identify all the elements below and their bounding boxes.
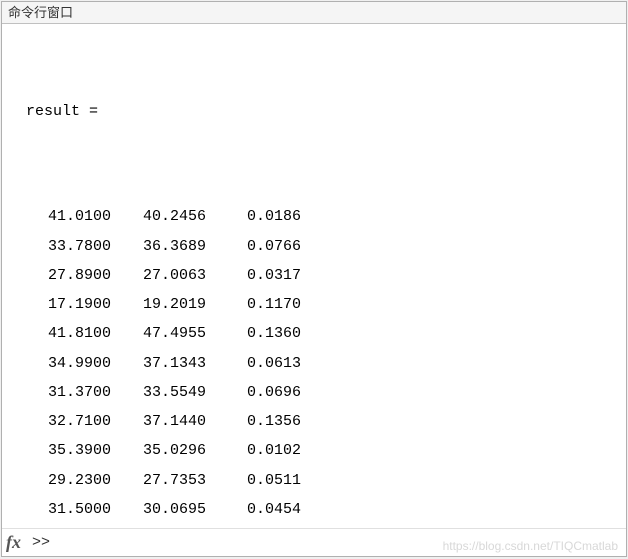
window-title: 命令行窗口 (2, 2, 626, 24)
matrix-row: 35.390035.02960.0102 (26, 436, 616, 465)
matrix-cell: 0.1170 (216, 290, 311, 319)
matrix-cell: 17.1900 (26, 290, 121, 319)
matrix-cell: 35.0296 (121, 436, 216, 465)
matrix-cell: 0.0186 (216, 202, 311, 231)
matrix-cell: 37.1343 (121, 349, 216, 378)
prompt-bar[interactable]: fx >> (2, 528, 626, 556)
matrix-row: 27.890027.00630.0317 (26, 261, 616, 290)
matrix-cell: 27.0063 (121, 261, 216, 290)
console-output[interactable]: result = 41.010040.24560.018633.780036.3… (2, 24, 626, 528)
prompt-symbol: >> (32, 534, 50, 551)
result-label: result = (26, 97, 616, 126)
matrix-row: 34.990037.13430.0613 (26, 349, 616, 378)
matrix-cell: 47.4955 (121, 319, 216, 348)
matrix-cell: 33.5549 (121, 378, 216, 407)
fx-icon[interactable]: fx (6, 532, 26, 553)
matrix-cell: 31.5000 (26, 495, 121, 524)
matrix-row: 33.780036.36890.0766 (26, 232, 616, 261)
matrix-cell: 41.0100 (26, 202, 121, 231)
matrix-cell: 41.8100 (26, 319, 121, 348)
matrix-row: 41.810047.49550.1360 (26, 319, 616, 348)
matrix-cell: 0.0696 (216, 378, 311, 407)
matrix-cell: 37.1440 (121, 407, 216, 436)
matrix-cell: 0.0766 (216, 232, 311, 261)
matrix-cell: 0.0454 (216, 495, 311, 524)
matrix-cell: 0.0511 (216, 466, 311, 495)
matrix-cell: 33.7800 (26, 232, 121, 261)
matrix-cell: 35.3900 (26, 436, 121, 465)
matrix-cell: 27.8900 (26, 261, 121, 290)
matrix-cell: 36.3689 (121, 232, 216, 261)
matrix-row: 17.190019.20190.1170 (26, 290, 616, 319)
command-window: 命令行窗口 result = 41.010040.24560.018633.78… (1, 1, 627, 557)
matrix-cell: 34.9900 (26, 349, 121, 378)
matrix-row: 31.500030.06950.0454 (26, 495, 616, 524)
matrix-cell: 29.2300 (26, 466, 121, 495)
matrix-cell: 0.0317 (216, 261, 311, 290)
matrix-cell: 0.1356 (216, 407, 311, 436)
matrix-cell: 19.2019 (121, 290, 216, 319)
matrix-cell: 31.3700 (26, 378, 121, 407)
matrix-cell: 40.2456 (121, 202, 216, 231)
matrix-row: 31.370033.55490.0696 (26, 378, 616, 407)
matrix-cell: 0.0102 (216, 436, 311, 465)
result-matrix: 41.010040.24560.018633.780036.36890.0766… (26, 202, 616, 528)
matrix-row: 41.010040.24560.0186 (26, 202, 616, 231)
matrix-row: 32.710037.14400.1356 (26, 407, 616, 436)
matrix-cell: 0.1360 (216, 319, 311, 348)
matrix-row: 29.230027.73530.0511 (26, 466, 616, 495)
matrix-cell: 0.0613 (216, 349, 311, 378)
matrix-cell: 30.0695 (121, 495, 216, 524)
matrix-cell: 32.7100 (26, 407, 121, 436)
matrix-cell: 27.7353 (121, 466, 216, 495)
